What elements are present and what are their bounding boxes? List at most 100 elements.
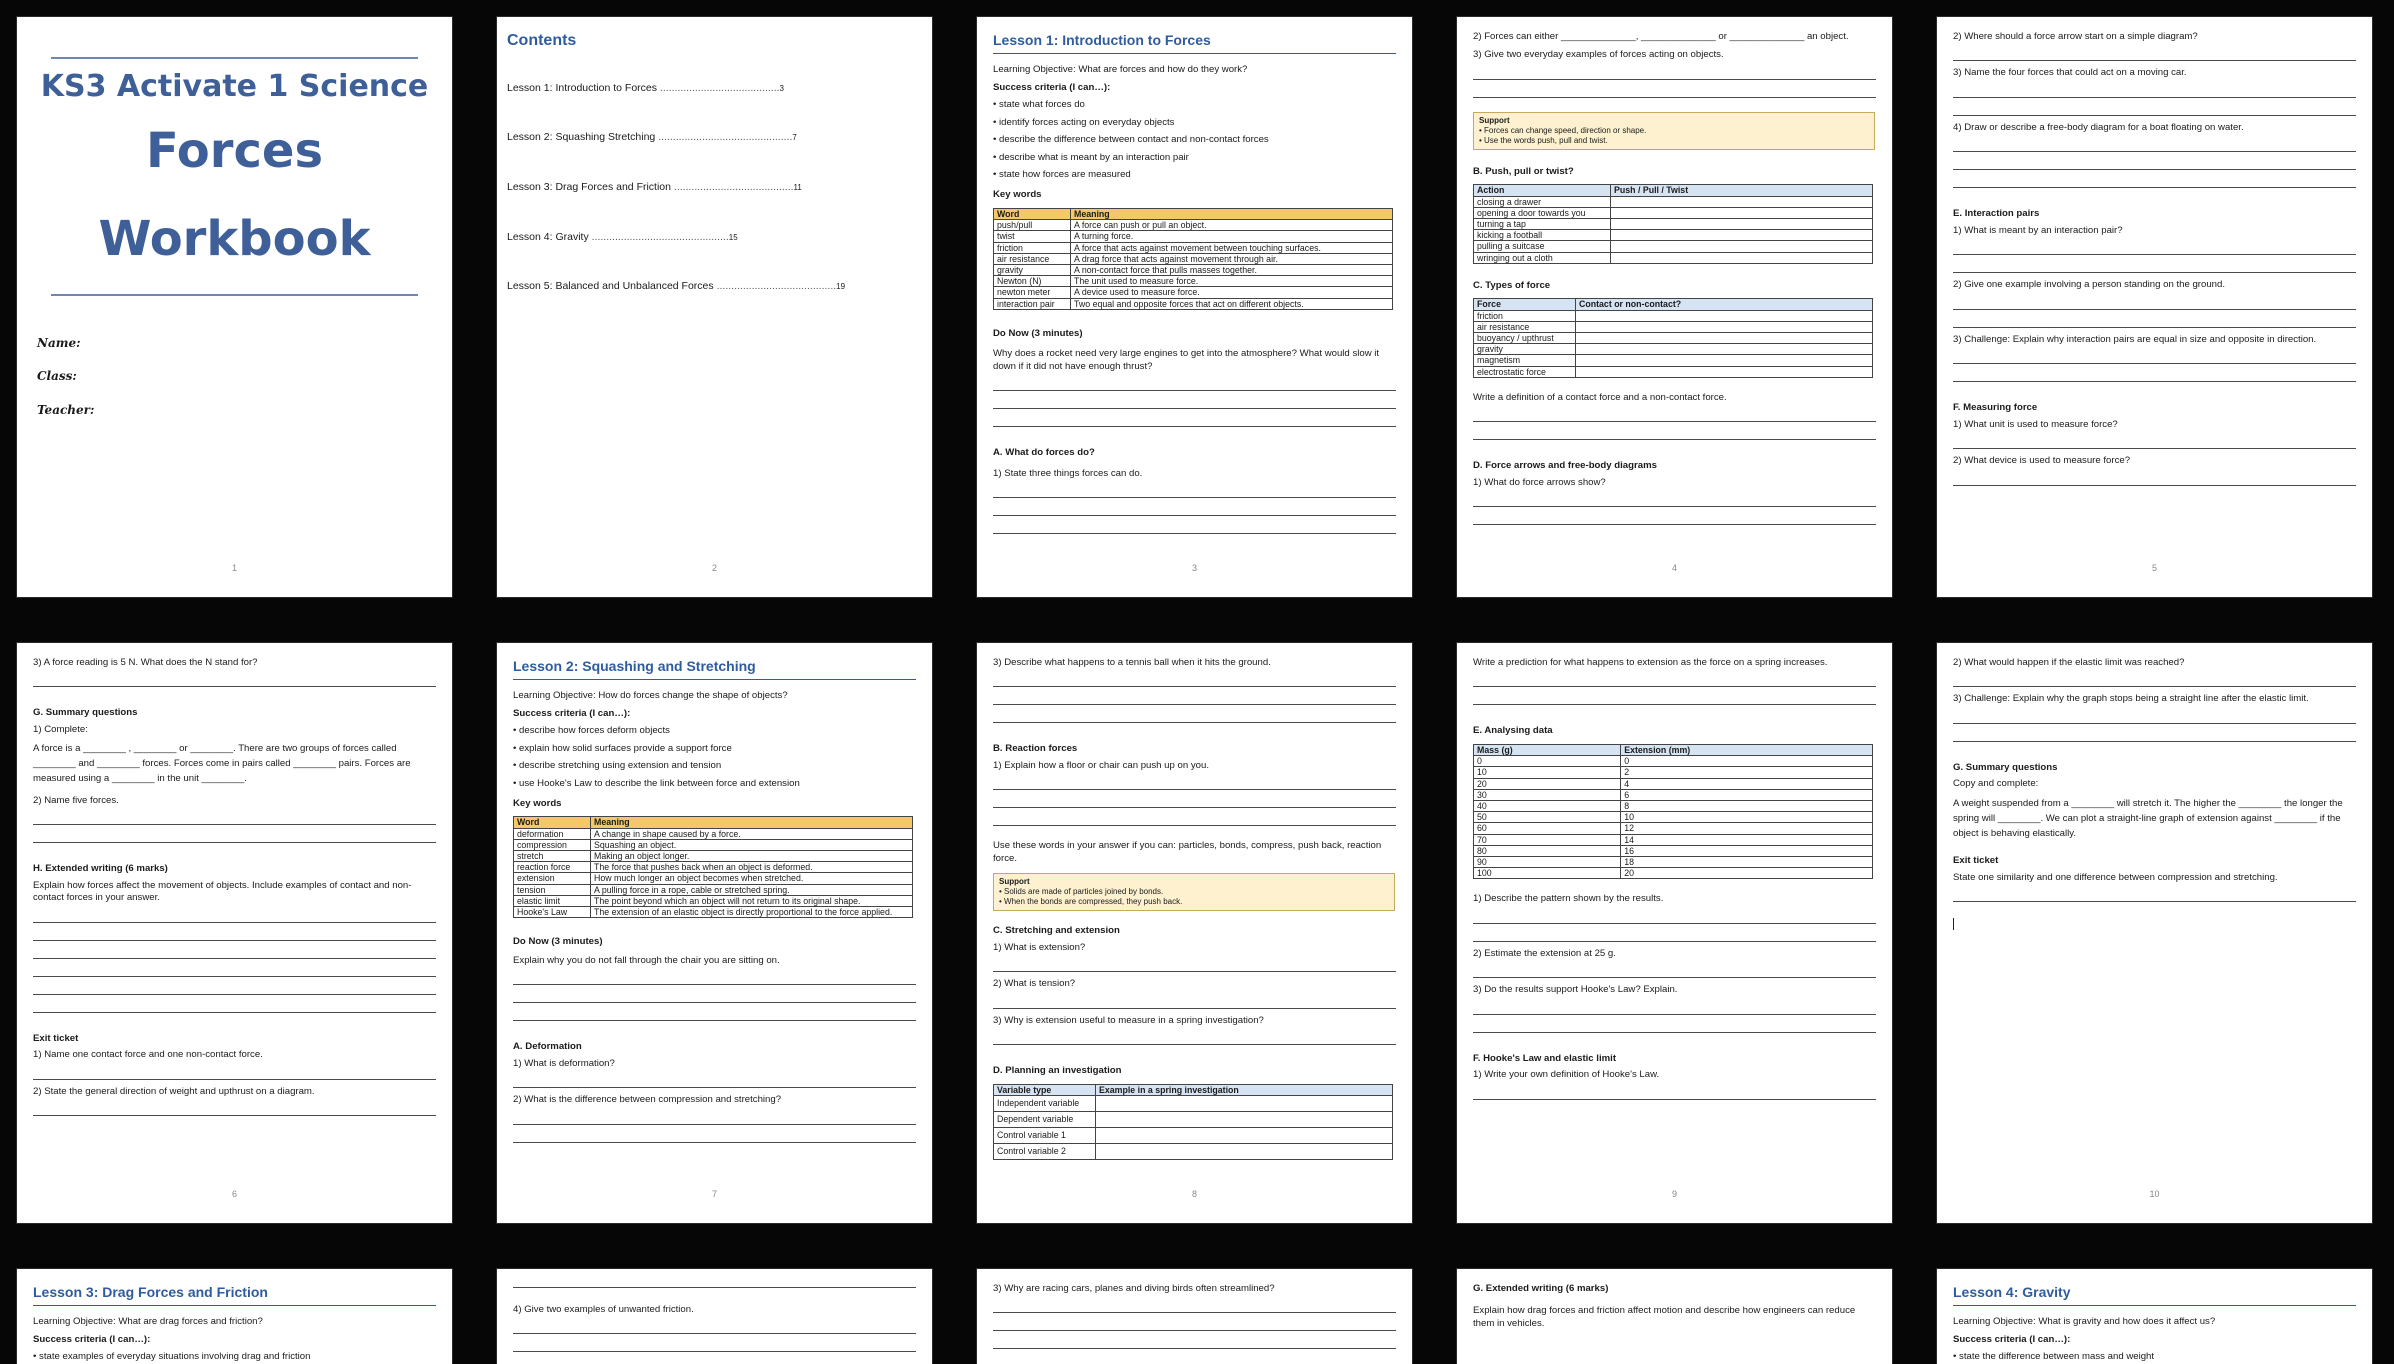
- answer-cell[interactable]: [1575, 354, 1873, 367]
- answer-lines[interactable]: [1953, 96, 2356, 122]
- page-lesson1-part2[interactable]: 2) Forces can either ______________, ___…: [1456, 16, 1893, 598]
- section-b-heading: B. Push, pull or twist?: [1473, 165, 1574, 177]
- answer-lines[interactable]: [1473, 686, 1876, 711]
- answer-cell[interactable]: [1575, 343, 1873, 356]
- answer-lines[interactable]: [993, 1007, 1396, 1015]
- answer-lines[interactable]: [33, 1115, 436, 1122]
- answer-lines[interactable]: [1473, 977, 1876, 984]
- answer-cell[interactable]: [1575, 309, 1873, 322]
- answer-lines[interactable]: [33, 686, 436, 693]
- cell-meaning: The force that pushes back when an objec…: [590, 861, 913, 874]
- answer-cell[interactable]: [1610, 195, 1873, 208]
- answer-cell[interactable]: [1095, 1094, 1393, 1112]
- answer-cell[interactable]: [1575, 331, 1873, 345]
- answer-lines[interactable]: [1473, 1013, 1876, 1039]
- answer-lines[interactable]: [33, 1078, 436, 1086]
- answer-line[interactable]: [513, 1287, 916, 1288]
- answer-cell[interactable]: [1095, 1126, 1393, 1144]
- page-cover[interactable]: KS3 Activate 1 Science Forces Workbook N…: [16, 16, 453, 598]
- cell-force: buoyancy / upthrust: [1473, 331, 1576, 345]
- cell-variable: Control variable 2: [993, 1142, 1096, 1160]
- answer-lines[interactable]: [1953, 308, 2356, 334]
- table-row: 80 16: [1472, 844, 1873, 857]
- answer-cell[interactable]: [1610, 206, 1873, 220]
- answer-lines[interactable]: [1953, 254, 2356, 279]
- page-lesson3-part4[interactable]: G. Extended writing (6 marks) Explain ho…: [1456, 1268, 1893, 1364]
- answer-lines[interactable]: [993, 497, 1396, 540]
- answer-lines[interactable]: [33, 824, 436, 849]
- page-lesson1-part4[interactable]: 3) A force reading is 5 N. What does the…: [16, 642, 453, 1224]
- toc-entry-lesson-3[interactable]: Lesson 3: Drag Forces and Friction .....…: [507, 181, 922, 195]
- table-row: friction: [1473, 309, 1873, 322]
- answer-lines[interactable]: [993, 686, 1396, 729]
- table-row: extension How much longer an object becom…: [513, 872, 913, 885]
- answer-cell[interactable]: [1610, 240, 1873, 253]
- answer-lines[interactable]: [1953, 363, 2356, 388]
- answer-cell[interactable]: [1095, 1142, 1393, 1160]
- answer-lines[interactable]: [33, 921, 436, 1019]
- page-lesson3-intro[interactable]: Lesson 3: Drag Forces and Friction Learn…: [16, 1268, 453, 1364]
- answer-lines[interactable]: [513, 1087, 916, 1094]
- section-g-heading: G. Summary questions: [1953, 761, 2058, 773]
- answer-lines[interactable]: [1953, 60, 2356, 67]
- lesson-title: Lesson 4: Gravity: [1953, 1283, 2356, 1307]
- answer-lines[interactable]: [1473, 421, 1876, 446]
- answer-lines[interactable]: [1473, 922, 1876, 948]
- cell-word: newton meter: [993, 286, 1071, 299]
- page-lesson4-intro[interactable]: Lesson 4: Gravity Learning Objective: Wh…: [1936, 1268, 2373, 1364]
- criteria-item: explain how solid surfaces provide a sup…: [513, 743, 916, 755]
- page-number: 2: [711, 563, 717, 574]
- answer-lines[interactable]: [1953, 686, 2356, 693]
- answer-lines[interactable]: [1473, 78, 1876, 104]
- answer-lines[interactable]: [1473, 506, 1876, 531]
- exit-question-1: 1) Name one contact force and one non-co…: [33, 1049, 263, 1061]
- page-contents[interactable]: Contents Lesson 1: Introduction to Force…: [496, 16, 933, 598]
- page-lesson3-part2[interactable]: 4) Give two examples of unwanted frictio…: [496, 1268, 933, 1364]
- answer-lines[interactable]: [513, 1123, 916, 1149]
- page-lesson2-intro[interactable]: Lesson 2: Squashing and Stretching Learn…: [496, 642, 933, 1224]
- answer-cell[interactable]: [1610, 218, 1873, 231]
- answer-lines[interactable]: [993, 971, 1396, 978]
- page-lesson2-part4[interactable]: 2) What would happen if the elastic limi…: [1936, 642, 2373, 1224]
- answer-cell[interactable]: [1575, 320, 1873, 333]
- cover-title-line2: Forces: [145, 122, 324, 179]
- toc-page: 15: [728, 232, 738, 242]
- answer-lines[interactable]: [993, 789, 1396, 832]
- results-table: Mass (g) Extension (mm) 00 10 2 20 4 30 6 40…: [1472, 743, 1873, 880]
- page-lesson1-part3[interactable]: 2) Where should a force arrow start on a…: [1936, 16, 2373, 598]
- toc-entry-lesson-1[interactable]: Lesson 1: Introduction to Forces .......…: [507, 82, 922, 96]
- answer-cell[interactable]: [1610, 229, 1873, 242]
- class-field-label: Class:: [37, 369, 77, 384]
- answer-lines[interactable]: [1953, 448, 2356, 455]
- toc-entry-lesson-4[interactable]: Lesson 4: Gravity ......................…: [507, 231, 922, 245]
- name-field-label: Name:: [37, 335, 81, 350]
- answer-cell[interactable]: [1610, 251, 1873, 264]
- answer-lines[interactable]: [513, 984, 916, 1027]
- question-g2: 2) Name five forces.: [33, 794, 119, 806]
- page-lesson1-intro[interactable]: Lesson 1: Introduction to Forces Learnin…: [976, 16, 1413, 598]
- cell-meaning: A device used to measure force.: [1070, 286, 1393, 299]
- toc-entry-lesson-2[interactable]: Lesson 2: Squashing Stretching .........…: [507, 131, 922, 145]
- lesson-title: Lesson 1: Introduction to Forces: [993, 31, 1396, 55]
- answer-lines[interactable]: [1953, 722, 2356, 748]
- toc-entry-lesson-5[interactable]: Lesson 5: Balanced and Unbalanced Forces…: [507, 280, 922, 294]
- answer-cell[interactable]: [1095, 1110, 1393, 1128]
- page-lesson2-part2[interactable]: 3) Describe what happens to a tennis bal…: [976, 642, 1413, 1224]
- answer-lines[interactable]: [1953, 901, 2356, 908]
- answer-lines[interactable]: [1953, 151, 2356, 194]
- answer-cell[interactable]: [1575, 365, 1873, 378]
- answer-lines[interactable]: [1953, 484, 2356, 492]
- page-lesson3-part3[interactable]: 3) Why are racing cars, planes and divin…: [976, 1268, 1413, 1364]
- answer-lines[interactable]: [513, 1333, 916, 1358]
- cloze-text[interactable]: A force is a ________ , ________ or ____…: [33, 742, 436, 787]
- answer-lines[interactable]: [993, 1312, 1396, 1355]
- support-line: • Forces can change speed, direction or …: [1479, 125, 1647, 135]
- toc-leader: ........................................…: [716, 280, 837, 293]
- page-lesson2-part3[interactable]: Write a prediction for what happens to e…: [1456, 642, 1893, 1224]
- cloze-text[interactable]: A weight suspended from a ________ will …: [1953, 797, 2356, 842]
- cell-extension: 12: [1620, 822, 1873, 835]
- question-d1: 1) What do force arrows show?: [1473, 476, 1606, 488]
- answer-lines[interactable]: [993, 1044, 1396, 1051]
- answer-lines[interactable]: [1473, 1098, 1876, 1106]
- answer-lines[interactable]: [993, 390, 1396, 433]
